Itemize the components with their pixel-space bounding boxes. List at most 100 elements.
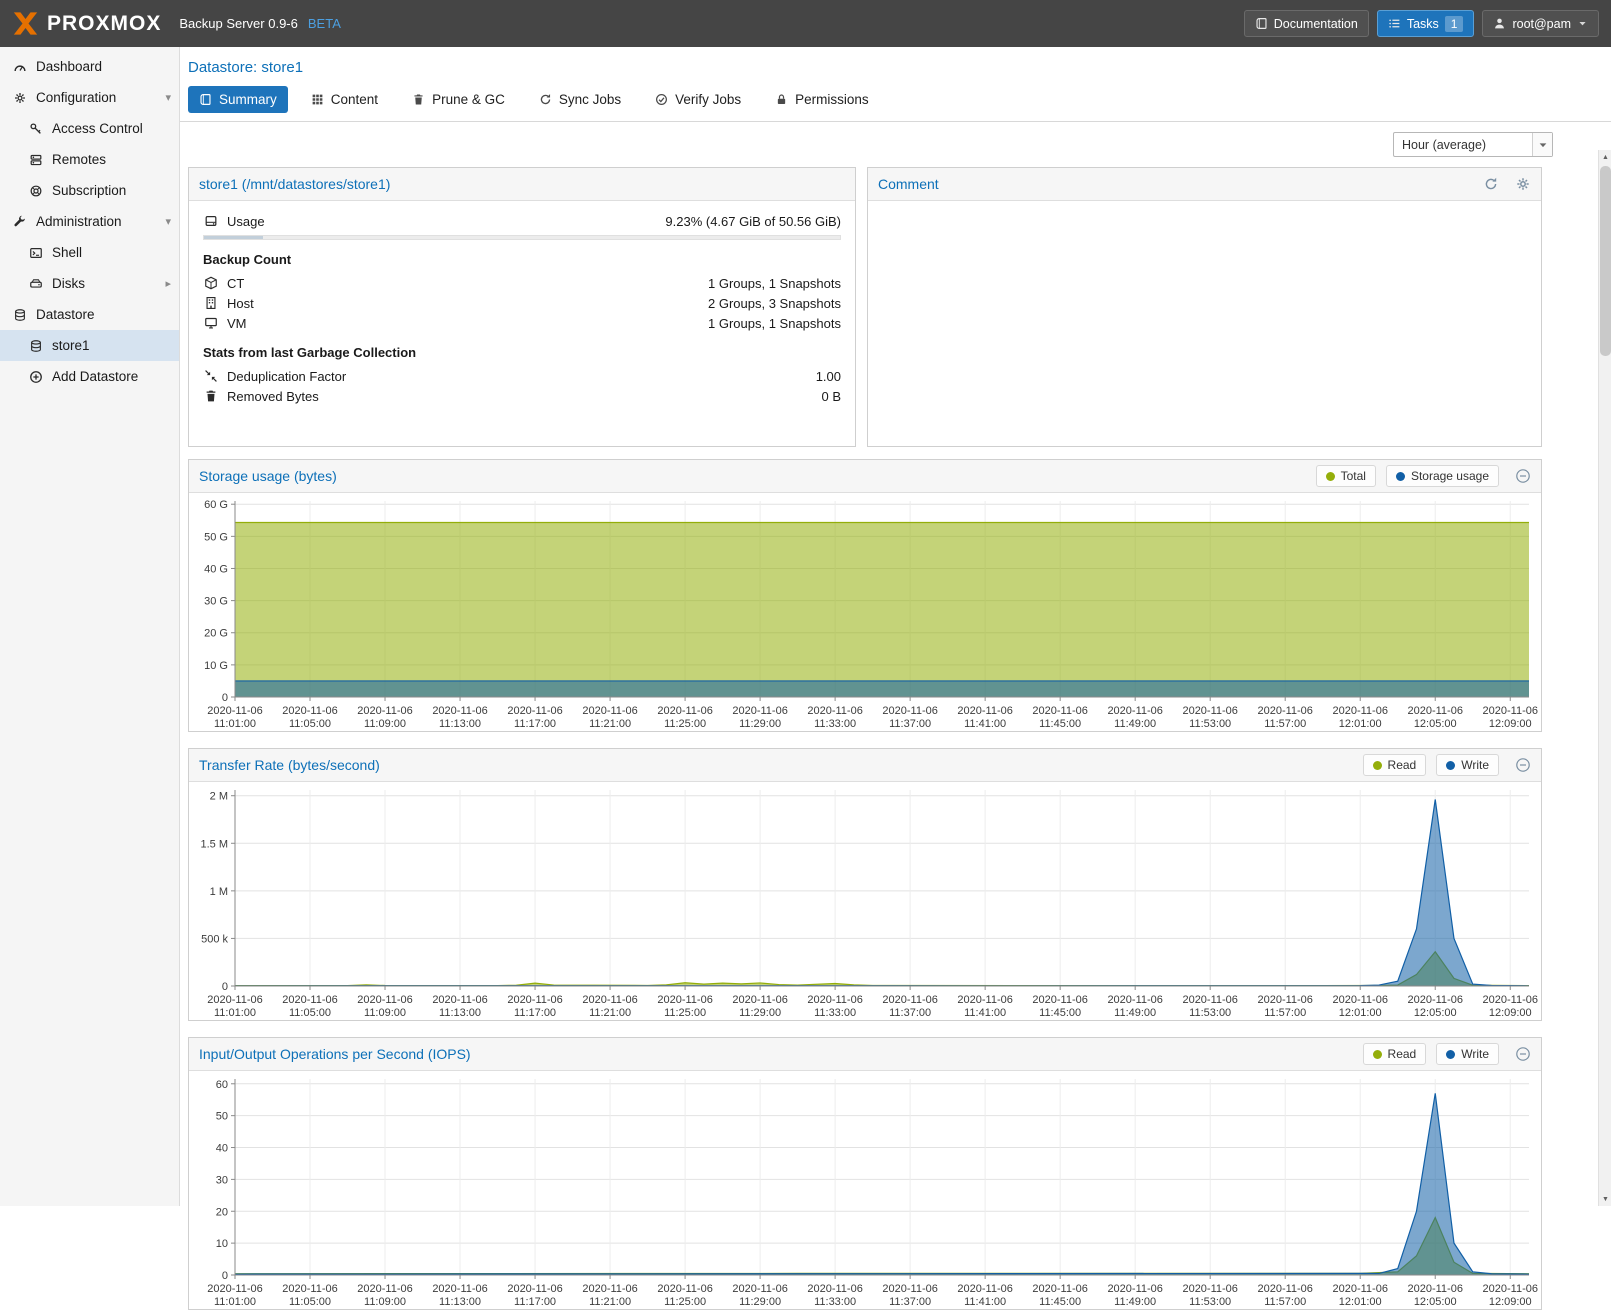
svg-text:2020-11-06: 2020-11-06 <box>282 994 337 1006</box>
chevron-down-icon <box>1577 18 1588 29</box>
sidebar-item-access-control[interactable]: Access Control <box>0 113 179 144</box>
page-title: Datastore: store1 <box>188 59 303 76</box>
svg-text:2020-11-06: 2020-11-06 <box>1257 994 1312 1006</box>
documentation-button[interactable]: Documentation <box>1244 10 1369 37</box>
sidebar-item-configuration[interactable]: Configuration ▾ <box>0 82 179 113</box>
scroll-up-arrow[interactable]: ▲ <box>1599 150 1611 164</box>
sidebar-item-subscription[interactable]: Subscription <box>0 175 179 206</box>
iops-chart: 01020304050602020-11-0611:01:002020-11-0… <box>189 1071 1541 1309</box>
tab-prune-gc[interactable]: Prune & GC <box>401 86 516 113</box>
tab-permissions[interactable]: Permissions <box>764 86 880 113</box>
svg-text:2020-11-06: 2020-11-06 <box>807 705 862 717</box>
sidebar-item-shell[interactable]: Shell <box>0 237 179 268</box>
svg-text:2020-11-06: 2020-11-06 <box>1182 705 1237 717</box>
svg-text:11:33:00: 11:33:00 <box>814 1296 856 1308</box>
key-icon <box>28 122 44 136</box>
svg-text:60 G: 60 G <box>204 499 228 511</box>
tasks-label: Tasks <box>1407 17 1439 31</box>
svg-text:500 k: 500 k <box>201 933 228 945</box>
top-bar: PROXMOX Backup Server 0.9-6 BETA Documen… <box>0 0 1611 47</box>
svg-text:11:01:00: 11:01:00 <box>214 1296 256 1308</box>
sidebar-item-disks[interactable]: Disks ▸ <box>0 268 179 299</box>
panel-title: Comment <box>878 176 939 192</box>
refresh-icon[interactable] <box>1483 176 1499 192</box>
legend-storage-usage[interactable]: Storage usage <box>1386 465 1499 487</box>
svg-text:11:13:00: 11:13:00 <box>439 1296 481 1308</box>
sidebar-item-administration[interactable]: Administration ▾ <box>0 206 179 237</box>
svg-text:2020-11-06: 2020-11-06 <box>207 994 262 1006</box>
svg-text:11:53:00: 11:53:00 <box>1189 1007 1231 1019</box>
panel-title: Transfer Rate (bytes/second) <box>199 757 380 773</box>
tasks-button[interactable]: Tasks 1 <box>1377 10 1475 37</box>
building-icon <box>203 296 219 310</box>
sidebar-item-label: Remotes <box>52 152 171 167</box>
gear-icon[interactable] <box>1515 176 1531 192</box>
svg-text:11:41:00: 11:41:00 <box>964 1296 1006 1308</box>
brand-text: PROXMOX <box>47 12 161 36</box>
svg-text:2020-11-06: 2020-11-06 <box>432 705 487 717</box>
legend-total[interactable]: Total <box>1316 465 1376 487</box>
legend-write[interactable]: Write <box>1436 1043 1499 1065</box>
monitor-icon <box>203 316 219 330</box>
svg-text:11:17:00: 11:17:00 <box>514 718 556 730</box>
dedup-label: Deduplication Factor <box>227 369 346 384</box>
sidebar-item-datastore[interactable]: Datastore <box>0 299 179 330</box>
timeframe-select[interactable]: Hour (average) <box>1393 132 1553 157</box>
legend-read[interactable]: Read <box>1363 754 1427 776</box>
tab-label: Summary <box>219 92 277 107</box>
main-content: Datastore: store1 Summary Content Prune … <box>180 47 1611 1206</box>
panels-area: store1 (/mnt/datastores/store1) Usage 9.… <box>188 167 1542 1310</box>
vm-count-row: VM 1 Groups, 1 Snapshots <box>203 313 841 333</box>
svg-text:11:45:00: 11:45:00 <box>1039 718 1081 730</box>
svg-text:2020-11-06: 2020-11-06 <box>1408 1283 1463 1295</box>
svg-text:2020-11-06: 2020-11-06 <box>1332 705 1387 717</box>
sidebar: Dashboard Configuration ▾ Access Control… <box>0 47 180 1206</box>
tab-summary[interactable]: Summary <box>188 86 288 113</box>
sidebar-item-remotes[interactable]: Remotes <box>0 144 179 175</box>
svg-text:12:09:00: 12:09:00 <box>1489 1007 1532 1019</box>
svg-text:2020-11-06: 2020-11-06 <box>957 994 1012 1006</box>
svg-text:2020-11-06: 2020-11-06 <box>1107 994 1162 1006</box>
tab-verify-jobs[interactable]: Verify Jobs <box>644 86 752 113</box>
svg-text:11:37:00: 11:37:00 <box>889 1007 931 1019</box>
sidebar-item-label: Subscription <box>52 183 171 198</box>
chevron-down-icon <box>1532 133 1552 156</box>
svg-text:2020-11-06: 2020-11-06 <box>1408 705 1463 717</box>
vertical-scrollbar[interactable]: ▲ ▼ <box>1598 150 1611 1206</box>
legend-write[interactable]: Write <box>1436 754 1499 776</box>
sidebar-item-dashboard[interactable]: Dashboard <box>0 51 179 82</box>
sidebar-item-add-datastore[interactable]: Add Datastore <box>0 361 179 392</box>
svg-text:11:37:00: 11:37:00 <box>889 1296 931 1308</box>
svg-text:11:41:00: 11:41:00 <box>964 1007 1006 1019</box>
tab-content[interactable]: Content <box>300 86 389 113</box>
user-menu-button[interactable]: root@pam <box>1482 10 1599 37</box>
scrollbar-thumb[interactable] <box>1600 166 1611 356</box>
comment-panel-body[interactable] <box>868 201 1541 221</box>
legend-dot <box>1446 1050 1455 1059</box>
storage-usage-chart: 010 G20 G30 G40 G50 G60 G2020-11-0611:01… <box>189 493 1541 731</box>
legend-read[interactable]: Read <box>1363 1043 1427 1065</box>
svg-text:11:13:00: 11:13:00 <box>439 1007 481 1019</box>
sidebar-item-label: Shell <box>52 245 171 260</box>
collapse-icon[interactable] <box>1515 468 1531 484</box>
tab-sync-jobs[interactable]: Sync Jobs <box>528 86 632 113</box>
svg-text:11:53:00: 11:53:00 <box>1189 718 1231 730</box>
beta-link[interactable]: BETA <box>308 16 341 31</box>
sidebar-item-store1[interactable]: store1 <box>0 330 179 361</box>
host-value: 2 Groups, 3 Snapshots <box>708 296 841 311</box>
collapse-icon[interactable] <box>1515 757 1531 773</box>
gears-icon <box>12 91 28 105</box>
svg-text:0: 0 <box>222 981 228 993</box>
username-label: root@pam <box>1512 17 1571 31</box>
sidebar-item-label: Dashboard <box>36 59 171 74</box>
svg-text:2020-11-06: 2020-11-06 <box>357 705 412 717</box>
svg-text:11:25:00: 11:25:00 <box>664 1296 706 1308</box>
tab-label: Content <box>331 92 378 107</box>
svg-text:11:29:00: 11:29:00 <box>739 1007 781 1019</box>
scroll-down-arrow[interactable]: ▼ <box>1599 1192 1611 1206</box>
collapse-icon[interactable] <box>1515 1046 1531 1062</box>
database-icon <box>12 308 28 322</box>
legend-dot <box>1396 472 1405 481</box>
svg-text:11:09:00: 11:09:00 <box>364 1296 406 1308</box>
transfer-rate-panel-header: Transfer Rate (bytes/second) Read Write <box>189 749 1541 782</box>
